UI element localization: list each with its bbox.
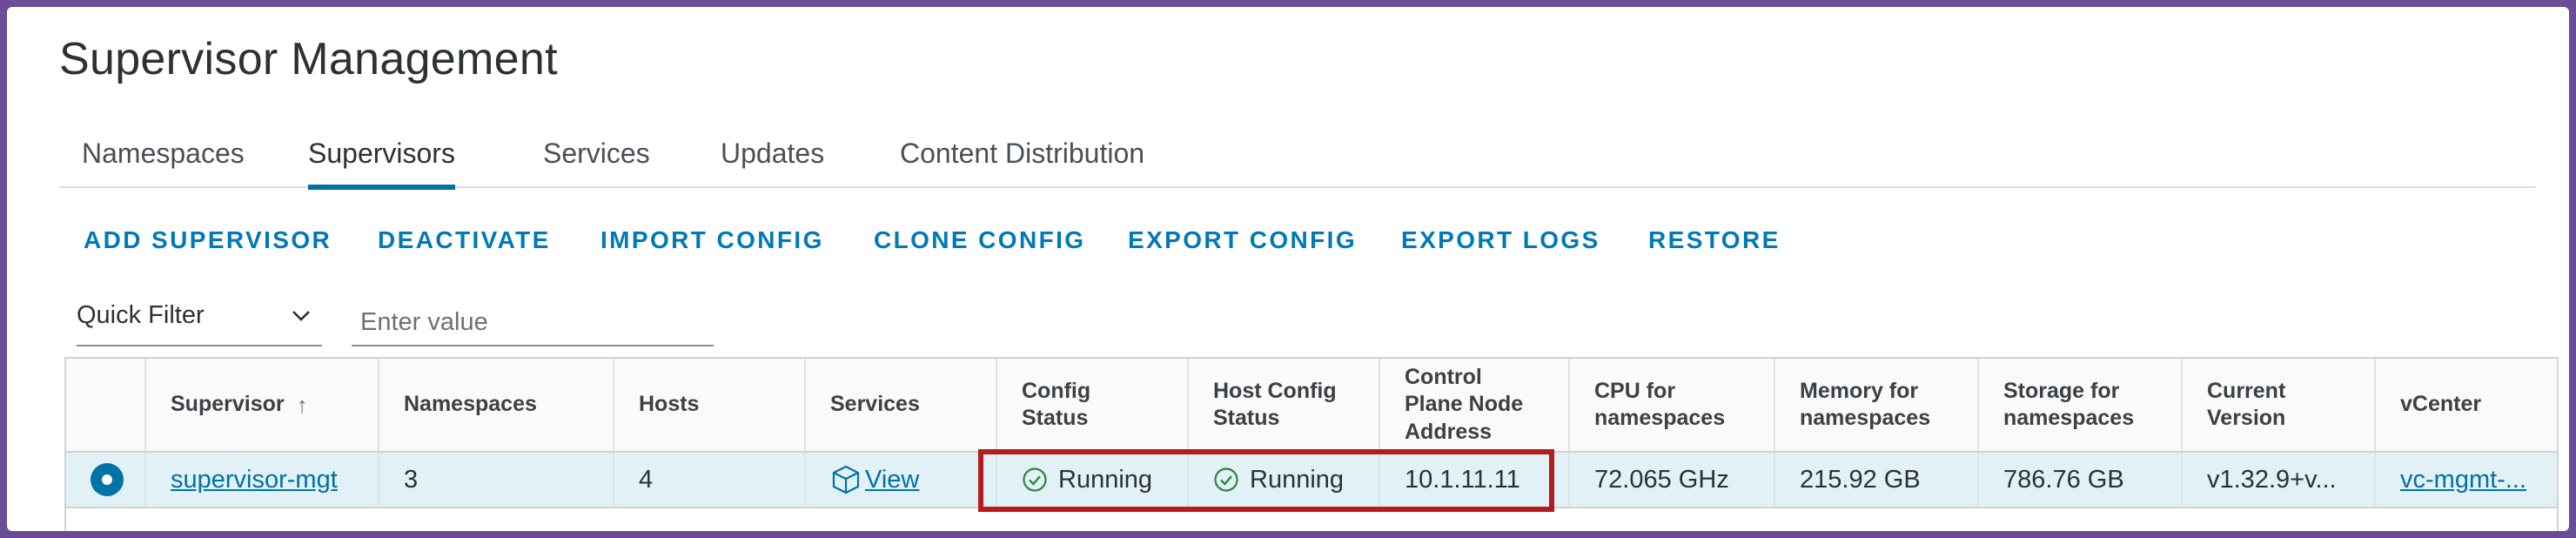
- config-status-cell: Running: [997, 453, 1189, 507]
- tab-supervisors[interactable]: Supervisors: [308, 138, 455, 190]
- supervisor-link[interactable]: supervisor-mgt: [171, 466, 338, 494]
- column-header-hosts[interactable]: Hosts: [614, 359, 806, 451]
- hosts-cell: 4: [614, 453, 806, 507]
- column-header-host-config-status[interactable]: Host Config Status: [1189, 359, 1380, 451]
- column-header-cpu[interactable]: CPU for namespaces: [1570, 359, 1775, 451]
- namespaces-cell: 3: [379, 453, 614, 507]
- column-header-services[interactable]: Services: [806, 359, 997, 451]
- control-plane-address-cell: 10.1.11.11: [1380, 453, 1570, 507]
- column-header-label: Supervisor: [171, 392, 285, 417]
- supervisor-table: Supervisor ↑ Namespaces Hosts Services C…: [64, 357, 2559, 531]
- tab-services[interactable]: Services: [543, 138, 650, 185]
- cube-icon: [832, 465, 860, 494]
- filter-value-input[interactable]: [352, 299, 714, 346]
- quick-filter-label: Quick Filter: [77, 301, 205, 329]
- check-circle-icon: [1023, 467, 1047, 492]
- column-header-namespaces[interactable]: Namespaces: [379, 359, 614, 451]
- row-select-cell: [66, 453, 146, 507]
- services-view-link[interactable]: View: [865, 466, 919, 494]
- tab-namespaces[interactable]: Namespaces: [82, 138, 245, 185]
- host-config-status-cell: Running: [1189, 453, 1380, 507]
- column-header-config-status[interactable]: Config Status: [997, 359, 1189, 451]
- column-header-vcenter[interactable]: vCenter: [2376, 359, 2557, 451]
- config-status-text: Running: [1058, 465, 1153, 494]
- chevron-down-icon: [292, 311, 310, 321]
- vcenter-link[interactable]: vc-mgmt-...: [2400, 466, 2526, 494]
- page-title: Supervisor Management: [59, 34, 558, 84]
- column-header-memory[interactable]: Memory for namespaces: [1775, 359, 1979, 451]
- memory-cell: 215.92 GB: [1775, 453, 1979, 507]
- import-config-button[interactable]: IMPORT CONFIG: [600, 226, 824, 254]
- select-column-header: [66, 359, 146, 451]
- services-cell: View: [806, 453, 997, 507]
- main-panel: Supervisor Management Namespaces Supervi…: [7, 7, 2569, 531]
- add-supervisor-button[interactable]: ADD SUPERVISOR: [84, 226, 332, 254]
- column-header-control-plane-address[interactable]: Control Plane Node Address: [1380, 359, 1570, 451]
- version-cell: v1.32.9+v...: [2183, 453, 2376, 507]
- supervisor-cell: supervisor-mgt: [146, 453, 379, 507]
- tab-content-distribution[interactable]: Content Distribution: [900, 138, 1144, 185]
- row-select-radio[interactable]: [91, 463, 124, 496]
- tab-updates[interactable]: Updates: [721, 138, 824, 185]
- storage-cell: 786.76 GB: [1979, 453, 2183, 507]
- restore-button[interactable]: RESTORE: [1648, 226, 1781, 254]
- check-circle-icon: [1214, 467, 1238, 492]
- table-row[interactable]: supervisor-mgt 3 4 View Running Running …: [66, 453, 2557, 508]
- table-header: Supervisor ↑ Namespaces Hosts Services C…: [66, 359, 2557, 453]
- clone-config-button[interactable]: CLONE CONFIG: [874, 226, 1085, 254]
- host-config-status-text: Running: [1250, 465, 1345, 494]
- deactivate-button[interactable]: DEACTIVATE: [378, 226, 551, 254]
- export-logs-button[interactable]: EXPORT LOGS: [1401, 226, 1600, 254]
- column-header-storage[interactable]: Storage for namespaces: [1979, 359, 2183, 451]
- cpu-cell: 72.065 GHz: [1570, 453, 1775, 507]
- export-config-button[interactable]: EXPORT CONFIG: [1128, 226, 1357, 254]
- vcenter-cell: vc-mgmt-...: [2376, 453, 2557, 507]
- sort-ascending-icon[interactable]: ↑: [297, 391, 308, 420]
- quick-filter-select[interactable]: Quick Filter: [77, 299, 322, 346]
- column-header-version[interactable]: Current Version: [2183, 359, 2376, 451]
- column-header-supervisor[interactable]: Supervisor ↑: [146, 359, 379, 451]
- tab-bar: Namespaces Supervisors Services Updates …: [59, 120, 2536, 190]
